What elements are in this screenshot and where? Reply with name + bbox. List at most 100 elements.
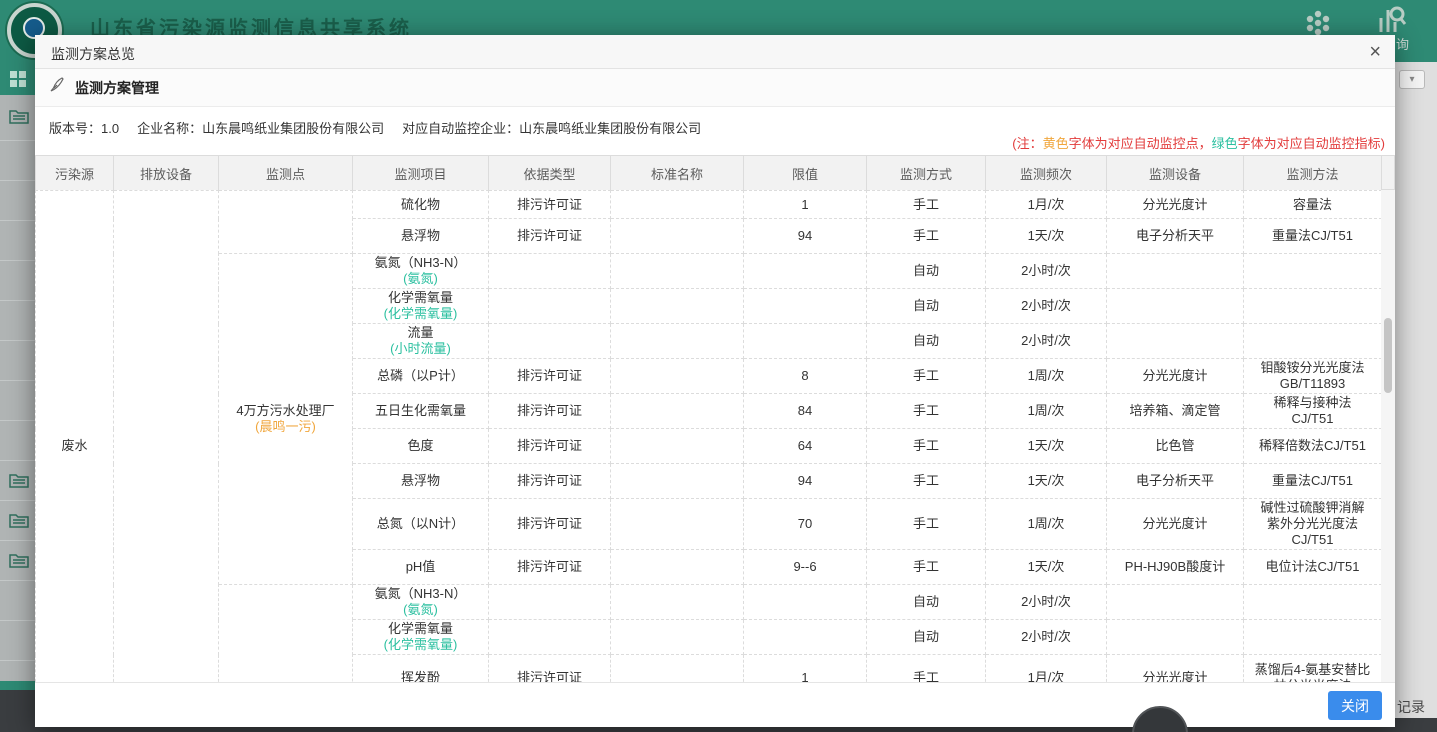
column-header: 监测方法: [1244, 156, 1382, 191]
table-cell-item: 硫化物: [353, 191, 489, 219]
table-cell-method: [1244, 289, 1382, 324]
table-cell-item: pH值: [353, 550, 489, 585]
table-body-rows: 废水硫化物排污许可证1手工1月/次分光光度计容量法悬浮物排污许可证94手工1天/…: [36, 191, 1382, 683]
chevron-down-icon: ▾: [1409, 74, 1414, 85]
table-cell-device: 分光光度计: [1107, 359, 1244, 394]
table-row: 4万方污水处理厂(晨鸣一污)氨氮（NH3-N）(氨氮)自动2小时/次: [36, 254, 1382, 289]
table-scrollbar-thumb[interactable]: [1384, 318, 1392, 393]
table-cell-item: 五日生化需氧量: [353, 394, 489, 429]
close-icon[interactable]: ×: [1369, 39, 1381, 65]
table-cell-freq: 2小时/次: [986, 254, 1107, 289]
folder-icon[interactable]: [9, 108, 29, 129]
table-cell-device: [1107, 254, 1244, 289]
table-cell-limit: 94: [744, 219, 867, 254]
table-cell-mode: 手工: [867, 550, 986, 585]
table-cell-device: [1107, 324, 1244, 359]
table-cell-item: 悬浮物: [353, 464, 489, 499]
table-body: 废水硫化物排污许可证1手工1月/次分光光度计容量法悬浮物排污许可证94手工1天/…: [35, 190, 1395, 682]
table-cell-freq: 1天/次: [986, 219, 1107, 254]
table-cell-item: 化学需氧量(化学需氧量): [353, 289, 489, 324]
table-cell-basis: 排污许可证: [489, 394, 611, 429]
table-cell-limit: [744, 254, 867, 289]
table-cell-limit: 1: [744, 655, 867, 683]
monitoring-plan-modal: 监测方案总览 × 监测方案管理 版本号：1.0企业名称：山东晨鸣纸业集团股份有限…: [35, 35, 1395, 727]
column-header: 依据类型: [489, 156, 611, 191]
table-cell-basis: 排污许可证: [489, 429, 611, 464]
section-title: 监测方案管理: [75, 78, 159, 98]
sidebar-item-active[interactable]: [0, 62, 35, 95]
table-cell-item: 总氮（以N计）: [353, 499, 489, 550]
record-label: 记录: [1397, 697, 1425, 717]
table-cell-limit: 9--6: [744, 550, 867, 585]
color-legend-note: (注：黄色字体为对应自动监控点，绿色字体为对应自动监控指标): [1012, 133, 1385, 152]
table-cell-mode: 手工: [867, 394, 986, 429]
table-cell-limit: [744, 324, 867, 359]
table-cell-basis: 排污许可证: [489, 550, 611, 585]
table-cell-basis: [489, 289, 611, 324]
table-cell-limit: 8: [744, 359, 867, 394]
table-cell-freq: 2小时/次: [986, 324, 1107, 359]
table-cell-mode: 手工: [867, 359, 986, 394]
table-cell-limit: 94: [744, 464, 867, 499]
table-cell-mode: 手工: [867, 429, 986, 464]
table-cell-limit: 84: [744, 394, 867, 429]
table-cell-freq: 2小时/次: [986, 585, 1107, 620]
table-cell-source: 废水: [36, 191, 114, 683]
table-cell-item: 挥发酚: [353, 655, 489, 683]
table-cell-freq: 2小时/次: [986, 289, 1107, 324]
table-cell-freq: 1月/次: [986, 191, 1107, 219]
section-header: 监测方案管理: [35, 69, 1395, 107]
table-cell-basis: [489, 620, 611, 655]
close-button[interactable]: 关闭: [1328, 691, 1382, 720]
table-cell-method: 碱性过硫酸钾消解 紫外分光光度法 CJ/T51: [1244, 499, 1382, 550]
table-cell-mode: 自动: [867, 324, 986, 359]
auto-company-label: 对应自动监控企业：: [402, 121, 519, 136]
version-value: 1.0: [101, 121, 119, 136]
folder-icon[interactable]: [9, 552, 29, 573]
table-cell-mode: 手工: [867, 655, 986, 683]
table-cell-freq: 1天/次: [986, 429, 1107, 464]
column-header: 监测项目: [353, 156, 489, 191]
auto-company-value: 山东晨鸣纸业集团股份有限公司: [519, 121, 701, 136]
table-cell-mode: 自动: [867, 585, 986, 620]
table-cell-method: 重量法CJ/T51: [1244, 464, 1382, 499]
table-cell-limit: [744, 289, 867, 324]
table-cell-item: 悬浮物: [353, 219, 489, 254]
table-cell-limit: [744, 585, 867, 620]
table-cell-device: 培养箱、滴定管: [1107, 394, 1244, 429]
table-cell-item: 色度: [353, 429, 489, 464]
auto-metric-name: (氨氮): [356, 271, 485, 287]
table-cell-method: [1244, 254, 1382, 289]
table-cell-freq: 1周/次: [986, 359, 1107, 394]
table-scrollbar[interactable]: [1381, 190, 1395, 682]
table-cell-freq: 1天/次: [986, 464, 1107, 499]
auto-point-name: (晨鸣一污): [222, 419, 349, 435]
table-row: 废水硫化物排污许可证1手工1月/次分光光度计容量法: [36, 191, 1382, 219]
table-cell-device: [1107, 585, 1244, 620]
column-header: 限值: [744, 156, 867, 191]
table-header-row: 污染源排放设备监测点监测项目依据类型标准名称限值监测方式监测频次监测设备监测方法: [36, 156, 1382, 191]
table-cell-basis: 排污许可证: [489, 359, 611, 394]
table-cell-item: 流量(小时流量): [353, 324, 489, 359]
grid-icon: [10, 71, 26, 87]
table-cell-freq: 1周/次: [986, 394, 1107, 429]
table-cell-mode: 手工: [867, 464, 986, 499]
table-cell-method: 钼酸铵分光光度法 GB/T11893: [1244, 359, 1382, 394]
table-cell-mode: 自动: [867, 289, 986, 324]
table-cell-basis: 排污许可证: [489, 464, 611, 499]
folder-icon[interactable]: [9, 472, 29, 493]
table-cell-item: 化学需氧量(化学需氧量): [353, 620, 489, 655]
table-cell-mode: 自动: [867, 620, 986, 655]
background-dropdown[interactable]: ▾: [1399, 70, 1425, 89]
table-cell-basis: 排污许可证: [489, 499, 611, 550]
table-cell-standard: [611, 219, 744, 254]
table-cell-standard: [611, 324, 744, 359]
auto-metric-name: (氨氮): [356, 602, 485, 618]
company-value: 山东晨鸣纸业集团股份有限公司: [202, 121, 384, 136]
folder-icon[interactable]: [9, 512, 29, 533]
monitoring-table: 污染源排放设备监测点监测项目依据类型标准名称限值监测方式监测频次监测设备监测方法…: [35, 155, 1395, 682]
table-cell-device: PH-HJ90B酸度计: [1107, 550, 1244, 585]
table-cell-item: 氨氮（NH3-N）(氨氮): [353, 585, 489, 620]
auto-metric-name: (化学需氧量): [356, 306, 485, 322]
modal-footer: 关闭: [35, 682, 1395, 727]
